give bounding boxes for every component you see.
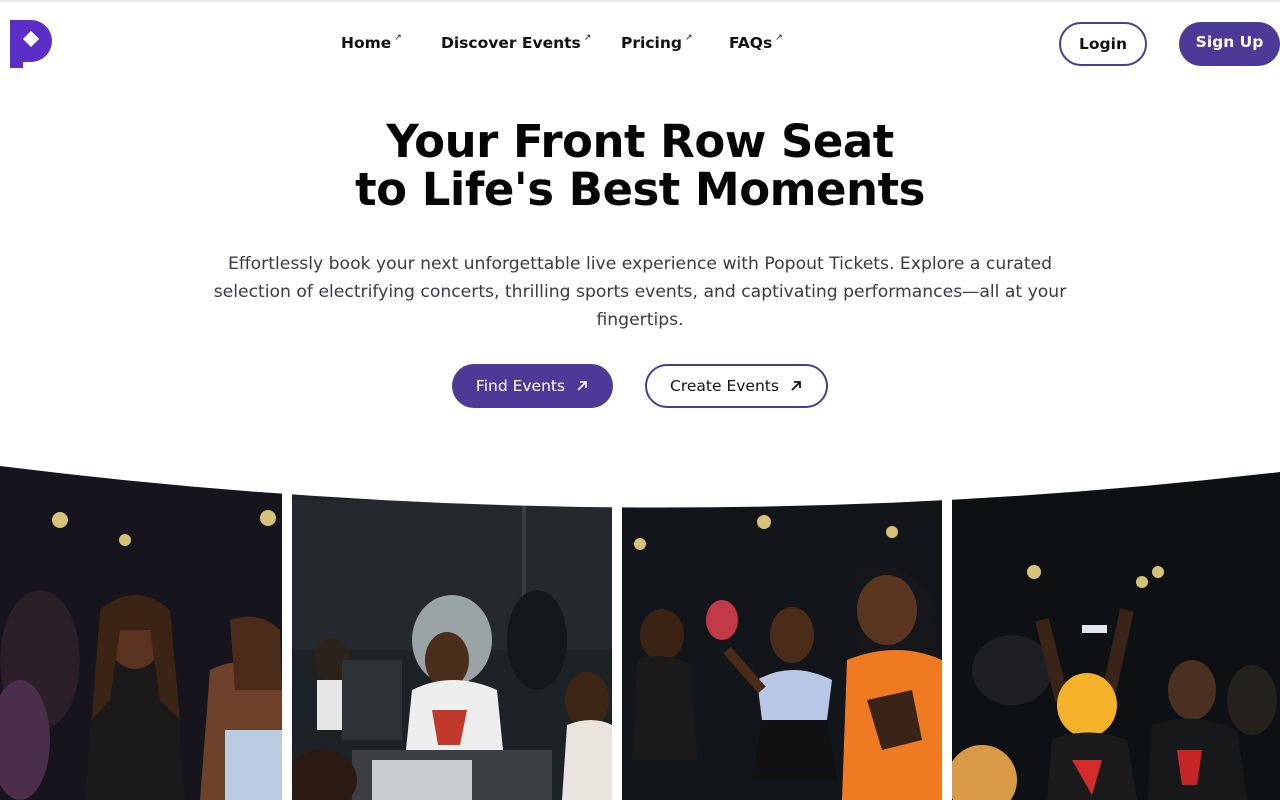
nav-item-pricing-label: Pricing	[621, 34, 682, 52]
nav-item-home[interactable]: Home ↗	[341, 33, 402, 52]
nav-item-discover-events-label: Discover Events	[441, 34, 581, 52]
external-arrow-icon: ↗	[775, 33, 783, 43]
nav-item-pricing[interactable]: Pricing ↗	[621, 33, 693, 52]
signup-button[interactable]: Sign Up	[1179, 22, 1280, 66]
top-shadow	[0, 0, 1280, 4]
nav-item-faqs-label: FAQs	[729, 34, 773, 52]
external-arrow-icon: ↗	[583, 33, 592, 43]
find-events-button[interactable]: Find Events	[452, 364, 613, 408]
arrow-up-right-icon	[791, 381, 801, 391]
top-navigation-bar: Home ↗ Discover Events ↗ Pricing ↗ FAQs ↗ Lo…	[0, 0, 1280, 86]
hero-title-line-1: Your Front Row Seat	[386, 115, 894, 168]
hero-title-line-2: to Life's Best Moments	[355, 163, 925, 216]
nav-item-discover-events[interactable]: Discover Events ↗	[441, 33, 592, 52]
event-photo-gallery	[0, 460, 1280, 800]
create-events-label: Create Events	[670, 377, 779, 395]
create-events-button[interactable]: Create Events	[645, 364, 828, 408]
nav-item-home-label: Home	[341, 34, 392, 52]
hero-description: Effortlessly book your next unforgettabl…	[213, 254, 1067, 330]
curved-divider	[0, 460, 1280, 508]
nav-item-faqs[interactable]: FAQs ↗	[729, 33, 783, 52]
login-button[interactable]: Login	[1059, 22, 1147, 66]
external-arrow-icon: ↗	[684, 33, 693, 43]
arrow-up-right-icon	[577, 381, 587, 391]
hero-title: Your Front Row Seat to Life's Best Momen…	[0, 118, 1280, 214]
find-events-label: Find Events	[475, 377, 566, 395]
external-arrow-icon: ↗	[394, 33, 402, 43]
